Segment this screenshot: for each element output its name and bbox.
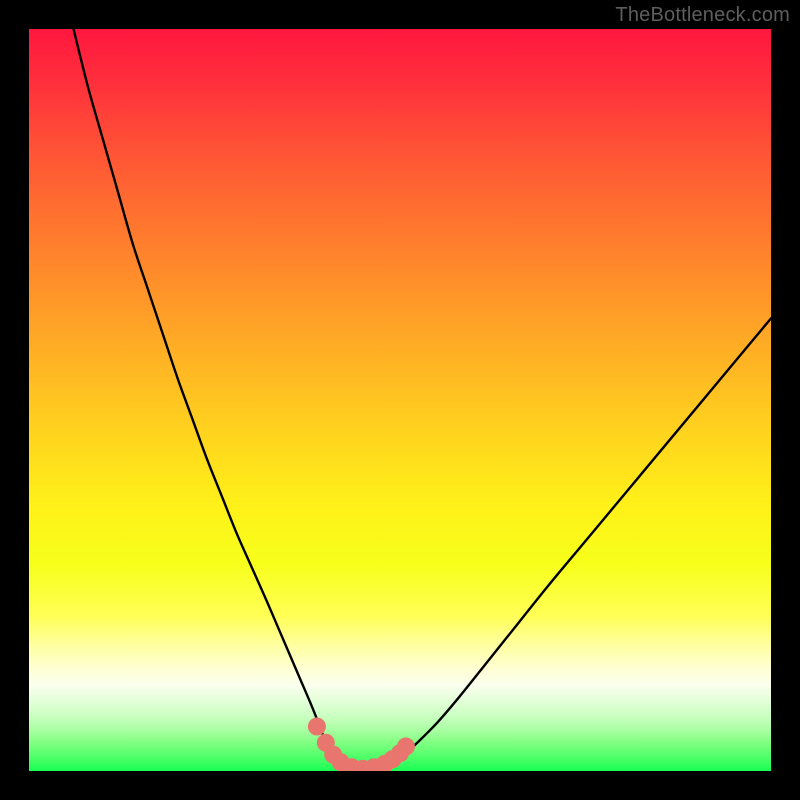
highlight-marker bbox=[397, 738, 414, 755]
curve-layer bbox=[29, 29, 771, 771]
highlight-markers bbox=[308, 718, 414, 771]
bottleneck-curve bbox=[74, 29, 771, 768]
watermark-text: TheBottleneck.com bbox=[615, 4, 790, 27]
plot-area bbox=[29, 29, 771, 771]
chart-frame: TheBottleneck.com bbox=[0, 0, 800, 800]
highlight-marker bbox=[308, 718, 325, 735]
